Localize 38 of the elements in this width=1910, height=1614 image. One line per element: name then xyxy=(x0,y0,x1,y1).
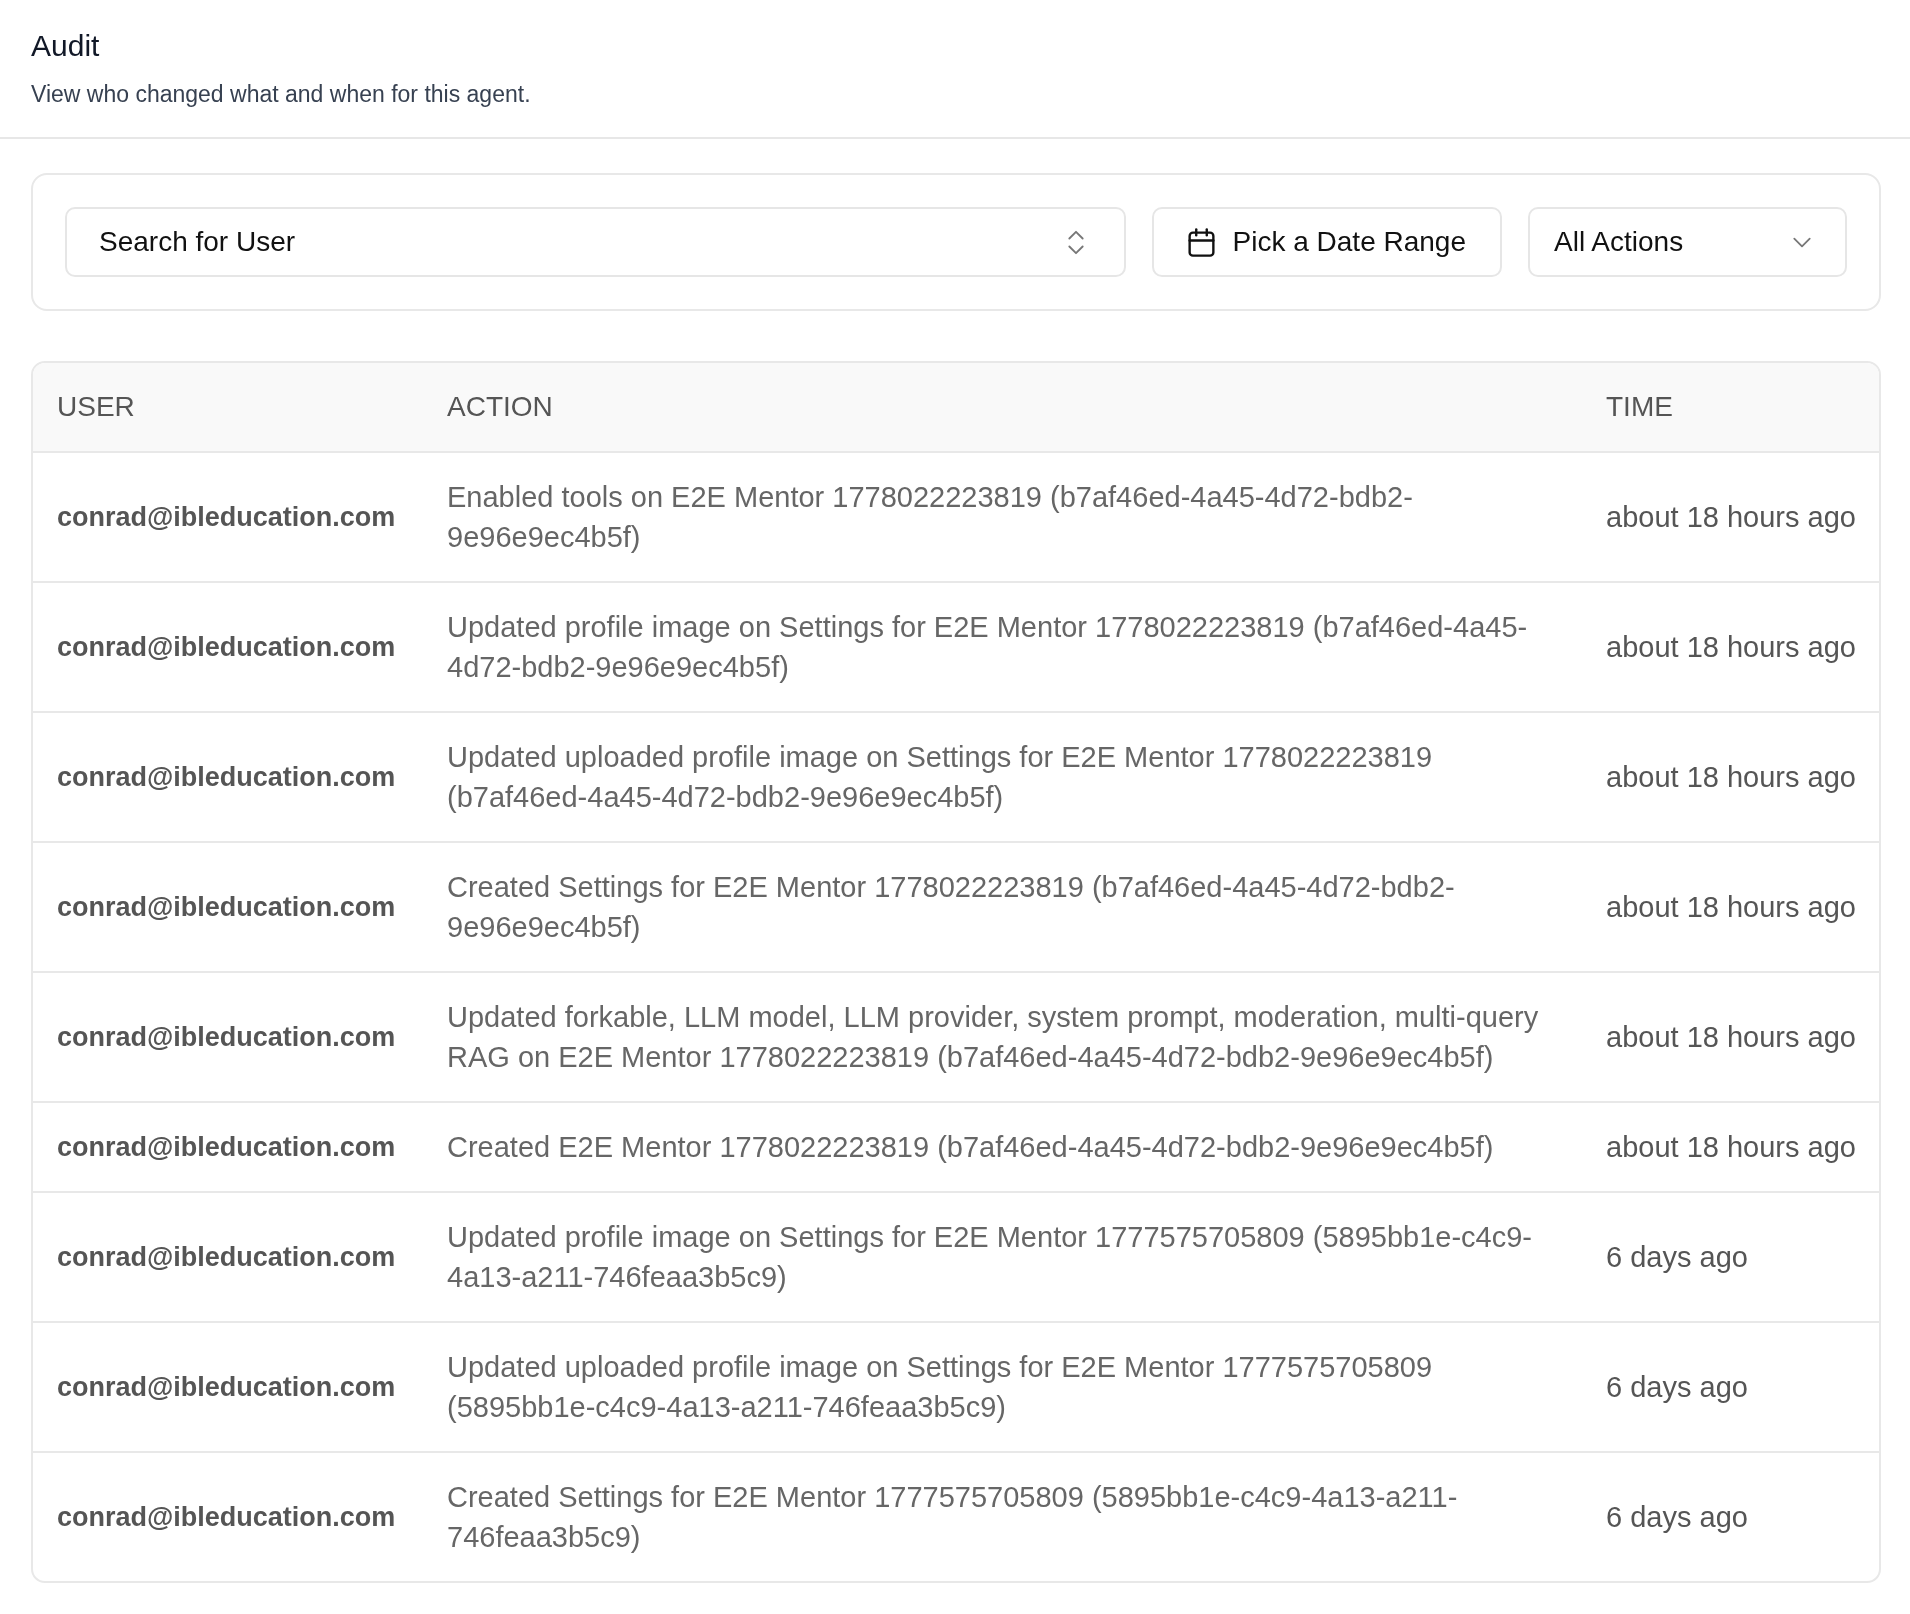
timestamp: 6 days ago xyxy=(1606,1241,1748,1273)
action-filter-select[interactable]: All Actions xyxy=(1528,207,1847,277)
page-title: Audit xyxy=(31,28,100,64)
timestamp: about 18 hours ago xyxy=(1606,761,1856,793)
column-header: ACTION xyxy=(447,391,553,422)
user-email: conrad@ibleducation.com xyxy=(57,1132,396,1162)
timestamp: about 18 hours ago xyxy=(1606,501,1856,533)
user-email: conrad@ibleducation.com xyxy=(57,762,396,792)
action-description: Created E2E Mentor 1778022223819 (b7af46ed-4a45-4d72-bdb2-9e96e9ec4b5f) xyxy=(447,1131,1494,1163)
action-description: Updated uploaded profile image on Settings for E2E Mentor 1777575705809 (5895bb1e-c4c9-4a13-a211-746feaa3b5c9) xyxy=(447,1351,1433,1423)
calendar-icon xyxy=(1187,227,1215,257)
user-email: conrad@ibleducation.com xyxy=(57,1502,396,1532)
user-email: conrad@ibleducation.com xyxy=(57,1022,396,1052)
column-header: USER xyxy=(57,391,135,422)
chevrons-up-down-icon xyxy=(1067,229,1084,255)
action-description: Updated profile image on Settings for E2E Mentor 1778022223819 (b7af46ed-4a45-4d72-bdb2-9e96e9ec4b5f) xyxy=(447,611,1528,683)
date-range-button[interactable]: Pick a Date Range xyxy=(1151,207,1502,277)
user-search-combobox[interactable]: Search for User xyxy=(65,207,1126,277)
user-email: conrad@ibleducation.com xyxy=(57,1242,396,1272)
page-subtitle: View who changed what and when for this agent. xyxy=(31,80,531,109)
user-email: conrad@ibleducation.com xyxy=(57,892,396,922)
action-description: Updated profile image on Settings for E2E Mentor 1777575705809 (5895bb1e-c4c9-4a13-a211-746feaa3b5c9) xyxy=(447,1221,1532,1293)
timestamp: 6 days ago xyxy=(1606,1501,1748,1533)
user-email: conrad@ibleducation.com xyxy=(57,1372,396,1402)
action-description: Created Settings for E2E Mentor 1778022223819 (b7af46ed-4a45-4d72-bdb2-9e96e9ec4b5f) xyxy=(447,871,1455,943)
timestamp: about 18 hours ago xyxy=(1606,1131,1856,1163)
timestamp: 6 days ago xyxy=(1606,1371,1748,1403)
user-email: conrad@ibleducation.com xyxy=(57,632,396,662)
column-header: TIME xyxy=(1606,391,1673,422)
action-description: Created Settings for E2E Mentor 1777575705809 (5895bb1e-c4c9-4a13-a211-746feaa3b5c9) xyxy=(447,1481,1458,1553)
action-description: Updated forkable, LLM model, LLM provider, system prompt, moderation, multi-query RAG on E2E Mentor 1778022223819 (b7af46ed-4a45-4d72-bdb2-9e96e9ec4b5f) xyxy=(447,1001,1539,1073)
action-description: Updated uploaded profile image on Settings for E2E Mentor 1778022223819 (b7af46ed-4a45-4d72-bdb2-9e96e9ec4b5f) xyxy=(447,741,1433,813)
user-email: conrad@ibleducation.com xyxy=(57,502,396,532)
action-description: Enabled tools on E2E Mentor 1778022223819 (b7af46ed-4a45-4d72-bdb2-9e96e9ec4b5f) xyxy=(447,481,1413,553)
timestamp: about 18 hours ago xyxy=(1606,891,1856,923)
timestamp: about 18 hours ago xyxy=(1606,631,1856,663)
chevron-down-icon xyxy=(1793,236,1811,248)
timestamp: about 18 hours ago xyxy=(1606,1021,1856,1053)
